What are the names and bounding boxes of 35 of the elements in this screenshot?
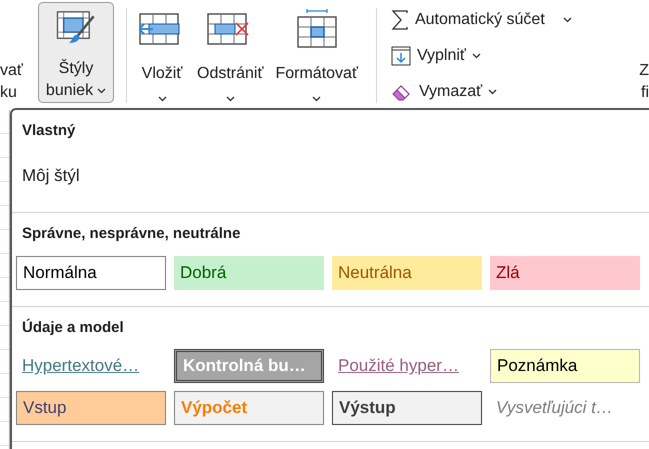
ribbon-button[interactable]: Vymazať [390,80,572,104]
ribbon-button[interactable]: Automatický súčet [390,8,572,32]
chevron-icon [312,96,322,102]
style-tile[interactable]: Použité hyper… [332,349,482,383]
sigma-icon [390,10,409,30]
style-tile[interactable]: Normálna [16,256,166,290]
chevron-icon [226,96,235,102]
chevron-icon [472,53,481,59]
ribbon-label: fi [641,83,649,103]
ribbon-button[interactable]: Vyplniť [390,44,572,68]
chevron-icon [158,96,166,102]
chevron-icon [97,88,106,94]
style-tile[interactable]: Vysvetľujúci t… [490,391,640,425]
style-tile[interactable]: Výstup [332,391,482,425]
style-tile[interactable]: Dobrá [174,256,324,290]
ribbon-button[interactable]: Odstrániť [193,0,268,104]
style-tile[interactable]: Hypertextové… [16,349,166,383]
style-tile[interactable]: Zlá [490,256,640,290]
style-option[interactable]: Môj štýl [16,152,640,196]
chevron-icon [562,17,572,23]
chevron-icon [488,89,498,95]
ribbon-label: Z [639,61,649,81]
format-cells-icon [296,9,338,49]
section-header: Správne, nesprávne, neutrálne [21,224,242,244]
style-tile[interactable]: Poznámka [490,349,640,383]
ribbon-label: ku [0,83,17,103]
ribbon-button[interactable]: Vložiť [135,0,189,104]
ribbon-label: vať [0,61,23,81]
fill-down-icon [390,46,411,66]
section-header: Údaje a model [21,318,125,338]
section-header: Vlastný [21,121,76,141]
ribbon-button[interactable]: Formátovať [271,0,362,104]
style-tile[interactable]: Vstup [16,391,166,425]
style-tile[interactable]: Neutrálna [332,256,482,290]
cell-styles-button[interactable]: Štýly buniek [38,2,114,103]
